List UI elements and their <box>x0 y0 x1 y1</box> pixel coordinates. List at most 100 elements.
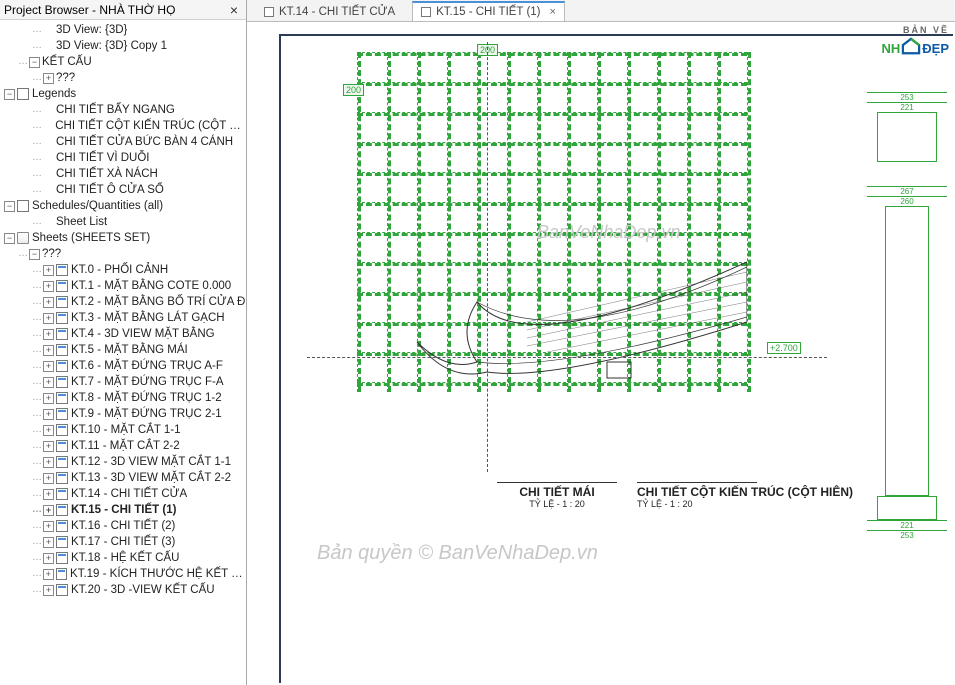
tree-label: ??? <box>42 246 61 262</box>
expand-icon[interactable]: + <box>43 521 54 532</box>
sheet-item[interactable]: …+KT.19 - KÍCH THƯỚC HỆ KẾT CẤU <box>0 566 246 582</box>
expand-icon <box>43 25 54 36</box>
tree-label: Sheets (SHEETS SET) <box>32 230 150 246</box>
ic-sheet-icon <box>56 520 68 532</box>
expand-icon <box>43 105 54 116</box>
sheet-item[interactable]: …+KT.15 - CHI TIẾT (1) <box>0 502 246 518</box>
close-icon[interactable]: × <box>550 6 556 18</box>
expand-icon[interactable]: + <box>43 73 54 84</box>
expand-icon[interactable]: + <box>43 489 54 500</box>
expand-icon <box>43 137 54 148</box>
sheet-item[interactable]: …+KT.8 - MẶT ĐỨNG TRỤC 1-2 <box>0 390 246 406</box>
sheet-item[interactable]: …+KT.9 - MẶT ĐỨNG TRỤC 2-1 <box>0 406 246 422</box>
tree-label: KT.18 - HỆ KẾT CẤU <box>71 550 179 566</box>
legend-item[interactable]: …CHI TIẾT XÀ NÁCH <box>0 166 246 182</box>
ic-sheet-icon <box>56 296 68 308</box>
expand-icon[interactable]: − <box>4 233 15 244</box>
sheet-item[interactable]: …+KT.7 - MẶT ĐỨNG TRỤC F-A <box>0 374 246 390</box>
expand-icon[interactable]: + <box>43 457 54 468</box>
expand-icon[interactable]: + <box>43 377 54 388</box>
project-tree[interactable]: …3D View: {3D}…3D View: {3D} Copy 1…−KẾT… <box>0 20 246 685</box>
sheet-item[interactable]: …+KT.12 - 3D VIEW MẶT CẮT 1-1 <box>0 454 246 470</box>
expand-icon[interactable]: + <box>43 393 54 404</box>
tree-label: KT.3 - MẶT BẰNG LÁT GẠCH <box>71 310 225 326</box>
expand-icon[interactable]: + <box>43 553 54 564</box>
ic-sheet-icon <box>56 488 68 500</box>
sheet-item[interactable]: …+KT.13 - 3D VIEW MẶT CẮT 2-2 <box>0 470 246 486</box>
column-detail-drawing: 253 221 267 260 221 253 <box>867 92 947 540</box>
axis-horizontal <box>307 357 827 358</box>
legend-item[interactable]: …CHI TIẾT CỬA BỨC BÀN 4 CÁNH <box>0 134 246 150</box>
category-sheets[interactable]: − Sheets (SHEETS SET) <box>0 230 246 246</box>
legend-item[interactable]: …CHI TIẾT CỘT KIẾN TRÚC (CỘT HIÊN) <box>0 118 246 134</box>
legend-item[interactable]: …CHI TIẾT Ô CỬA SỔ <box>0 182 246 198</box>
view-item[interactable]: …3D View: {3D} <box>0 22 246 38</box>
expand-icon[interactable]: + <box>43 569 54 580</box>
expand-icon[interactable]: + <box>43 361 54 372</box>
schedule-item[interactable]: …Sheet List <box>0 214 246 230</box>
ic-sheet-icon <box>56 408 68 420</box>
expand-icon[interactable]: + <box>43 537 54 548</box>
sheet-item[interactable]: …+KT.1 - MẶT BẰNG COTE 0.000 <box>0 278 246 294</box>
sheet-item[interactable]: …+KT.5 - MẶT BẰNG MÁI <box>0 342 246 358</box>
tree-label: KT.20 - 3D -VIEW KẾT CẤU <box>71 582 215 598</box>
tree-label: KT.1 - MẶT BẰNG COTE 0.000 <box>71 278 231 294</box>
expand-icon[interactable]: − <box>4 89 15 100</box>
document-tab[interactable]: KT.15 - CHI TIẾT (1)× <box>412 1 565 21</box>
ic-sheet-icon <box>56 504 68 516</box>
sheet-item[interactable]: …+KT.20 - 3D -VIEW KẾT CẤU <box>0 582 246 598</box>
expand-icon[interactable]: + <box>43 409 54 420</box>
sheet-item[interactable]: …+KT.2 - MẶT BẰNG BỐ TRÍ CỬA Đ <box>0 294 246 310</box>
sheet-item[interactable]: …+KT.4 - 3D VIEW MẶT BẰNG <box>0 326 246 342</box>
category-schedules[interactable]: − Schedules/Quantities (all) <box>0 198 246 214</box>
expand-icon[interactable]: − <box>4 201 15 212</box>
sheet-item[interactable]: …+KT.3 - MẶT BẰNG LÁT GẠCH <box>0 310 246 326</box>
expand-icon[interactable]: + <box>43 345 54 356</box>
category-legends[interactable]: − Legends <box>0 86 246 102</box>
ic-sheet-icon <box>56 552 68 564</box>
legend-item[interactable]: …CHI TIẾT BẨY NGANG <box>0 102 246 118</box>
expand-icon[interactable]: − <box>29 57 40 68</box>
expand-icon[interactable]: + <box>43 329 54 340</box>
sheet-item[interactable]: …+KT.16 - CHI TIẾT (2) <box>0 518 246 534</box>
tree-label: KT.2 - MẶT BẰNG BỐ TRÍ CỬA Đ <box>71 294 245 310</box>
expand-icon[interactable]: + <box>43 585 54 596</box>
sheet-item[interactable]: …+KT.14 - CHI TIẾT CỬA <box>0 486 246 502</box>
tree-label: KT.12 - 3D VIEW MẶT CẮT 1-1 <box>71 454 231 470</box>
view-item[interactable]: …3D View: {3D} Copy 1 <box>0 38 246 54</box>
expand-icon[interactable]: + <box>43 505 54 516</box>
sheet-icon <box>264 7 274 17</box>
expand-icon[interactable]: − <box>29 249 40 260</box>
tree-label: Legends <box>32 86 76 102</box>
expand-icon[interactable]: + <box>43 441 54 452</box>
sheet-item[interactable]: …+KT.17 - CHI TIẾT (3) <box>0 534 246 550</box>
category-ketcau[interactable]: …−KẾT CẤU <box>0 54 246 70</box>
drawing-area: KT.14 - CHI TIẾT CỬA KT.15 - CHI TIẾT (1)… <box>247 0 955 685</box>
sheet-item[interactable]: …+KT.18 - HỆ KẾT CẤU <box>0 550 246 566</box>
expand-icon[interactable]: + <box>43 281 54 292</box>
sheets-group[interactable]: …−??? <box>0 246 246 262</box>
legend-item[interactable]: …CHI TIẾT VÌ DUỖI <box>0 150 246 166</box>
sheet-item[interactable]: …+KT.11 - MẶT CẮT 2-2 <box>0 438 246 454</box>
expand-icon[interactable]: + <box>43 297 54 308</box>
drawing-canvas[interactable]: 200 200 +2.700 <box>247 22 955 685</box>
tree-label: Schedules/Quantities (all) <box>32 198 163 214</box>
expand-icon[interactable]: + <box>43 473 54 484</box>
tree-label: Sheet List <box>56 214 107 230</box>
close-icon[interactable]: × <box>226 3 242 17</box>
ic-sheet-icon <box>56 312 68 324</box>
panel-header: Project Browser - NHÀ THỜ HỌ × <box>0 0 246 20</box>
ketcau-sub[interactable]: …+??? <box>0 70 246 86</box>
sheet-item[interactable]: …+KT.10 - MẶT CẮT 1-1 <box>0 422 246 438</box>
ic-folder-icon <box>17 232 29 244</box>
document-tab[interactable]: KT.14 - CHI TIẾT CỬA <box>255 1 404 21</box>
tree-label: KT.13 - 3D VIEW MẶT CẮT 2-2 <box>71 470 231 486</box>
tree-label: CHI TIẾT CỘT KIẾN TRÚC (CỘT HIÊN) <box>55 118 246 134</box>
sheet-item[interactable]: …+KT.0 - PHỐI CẢNH <box>0 262 246 278</box>
document-tabs: KT.14 - CHI TIẾT CỬA KT.15 - CHI TIẾT (1)… <box>247 0 955 22</box>
expand-icon[interactable]: + <box>43 425 54 436</box>
expand-icon[interactable]: + <box>43 265 54 276</box>
sheet-item[interactable]: …+KT.6 - MẶT ĐỨNG TRỤC A-F <box>0 358 246 374</box>
expand-icon[interactable]: + <box>43 313 54 324</box>
tree-label: KT.5 - MẶT BẰNG MÁI <box>71 342 188 358</box>
